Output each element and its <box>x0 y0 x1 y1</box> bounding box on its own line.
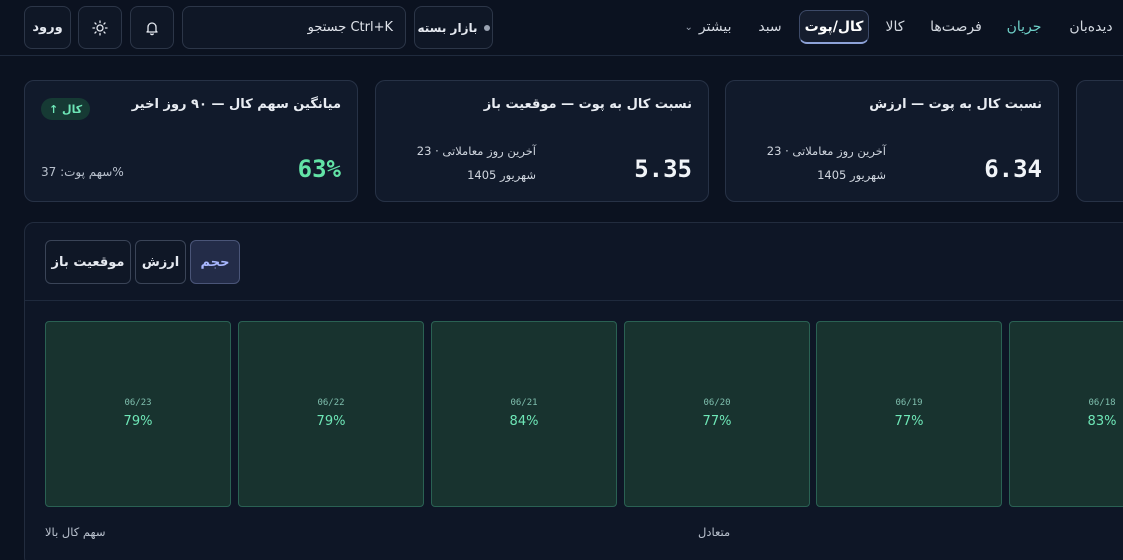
status-dot-icon <box>483 24 490 31</box>
nav-item-call-put[interactable]: کال/پوت <box>799 10 869 44</box>
card-value: 63% <box>297 155 341 183</box>
tile-value: 77% <box>894 414 924 429</box>
sun-icon <box>92 19 108 36</box>
tile-date: 06/21 <box>510 398 538 408</box>
login-button[interactable]: ورود <box>24 6 71 49</box>
day-tile[interactable]: 06/21 84% <box>431 321 617 507</box>
day-tile[interactable]: 06/22 79% <box>238 321 424 507</box>
market-status-label: بازار بسته <box>417 20 478 35</box>
tile-value: 83% <box>1087 414 1117 429</box>
market-status-button[interactable]: بازار بسته <box>414 6 493 49</box>
nav-item-flow[interactable]: جریان <box>1004 10 1044 44</box>
stat-card-partial <box>1076 80 1123 202</box>
day-tile[interactable]: 06/23 79% <box>45 321 231 507</box>
day-tile[interactable]: 06/18 83% <box>1009 321 1123 507</box>
app-root: ورود جستجو Ctrl+K بازار بسته <box>0 0 1123 560</box>
nav-more-label: بیشتر <box>698 19 732 35</box>
card-sub-line2: شهریور 1405 <box>467 168 536 182</box>
stat-card-avg-call-share: میانگین سهم کال — ۹۰ روز اخیر ↑ کال سهم … <box>24 80 358 202</box>
search-input[interactable]: جستجو Ctrl+K <box>182 6 406 49</box>
card-sub-line1: آخرین روز معاملاتی · 23 <box>766 144 886 158</box>
bell-icon <box>146 21 158 35</box>
tile-date: 06/18 <box>1088 398 1116 408</box>
tile-value: 79% <box>123 414 153 429</box>
nav-item-watchlist[interactable]: دیده‌بان <box>1068 10 1114 44</box>
call-trend-badge: ↑ کال <box>41 98 91 120</box>
tile-value: 77% <box>702 414 732 429</box>
card-subtext: آخرین روز معاملاتی · 23 شهریور 1405 <box>417 139 536 187</box>
tile-date: 06/22 <box>317 398 345 408</box>
tile-date: 06/19 <box>895 398 923 408</box>
tile-value: 84% <box>509 414 539 429</box>
chevron-down-icon: ⌄ <box>684 21 693 33</box>
divider <box>25 300 1123 301</box>
nav-item-commodity[interactable]: کالا <box>880 10 910 44</box>
card-value: 5.35 <box>634 155 692 183</box>
card-subtext: آخرین روز معاملاتی · 23 شهریور 1405 <box>767 139 886 187</box>
day-tile[interactable]: 06/20 77% <box>624 321 810 507</box>
legend-high-call: سهم کال بالا <box>45 525 106 539</box>
tab-volume[interactable]: حجم <box>190 240 240 284</box>
tile-date: 06/23 <box>124 398 152 408</box>
nav-item-opportunities[interactable]: فرصت‌ها <box>928 10 984 44</box>
put-share-text: سهم پوت: 37% <box>41 165 124 179</box>
nav-item-more[interactable]: ⌄ بیشتر <box>680 10 736 44</box>
card-sub-line1: آخرین روز معاملاتی · 23 <box>416 144 536 158</box>
stat-card-value-ratio: نسبت کال به پوت — ارزش آخرین روز معاملات… <box>725 80 1059 202</box>
stat-card-oi-ratio: نسبت کال به پوت — موقعیت باز آخرین روز م… <box>375 80 709 202</box>
tab-open-interest[interactable]: موقعیت باز <box>45 240 131 284</box>
top-navbar: ورود جستجو Ctrl+K بازار بسته <box>0 0 1123 56</box>
legend-balanced: متعادل <box>698 525 731 539</box>
notifications-button[interactable] <box>130 6 174 49</box>
daily-share-panel: حجم ارزش موقعیت باز 06/23 79% 06/22 79% … <box>24 222 1123 560</box>
card-title: میانگین سهم کال — ۹۰ روز اخیر <box>131 97 341 112</box>
day-tile[interactable]: 06/19 77% <box>816 321 1002 507</box>
card-title: نسبت کال به پوت — ارزش <box>869 97 1042 112</box>
tile-date: 06/20 <box>703 398 731 408</box>
theme-toggle-button[interactable] <box>78 6 122 49</box>
card-value: 6.34 <box>984 155 1042 183</box>
nav-item-basket[interactable]: سبد <box>754 10 786 44</box>
card-title: نسبت کال به پوت — موقعیت باز <box>483 97 692 112</box>
card-sub-line2: شهریور 1405 <box>817 168 886 182</box>
tab-value[interactable]: ارزش <box>135 240 186 284</box>
tile-value: 79% <box>316 414 346 429</box>
